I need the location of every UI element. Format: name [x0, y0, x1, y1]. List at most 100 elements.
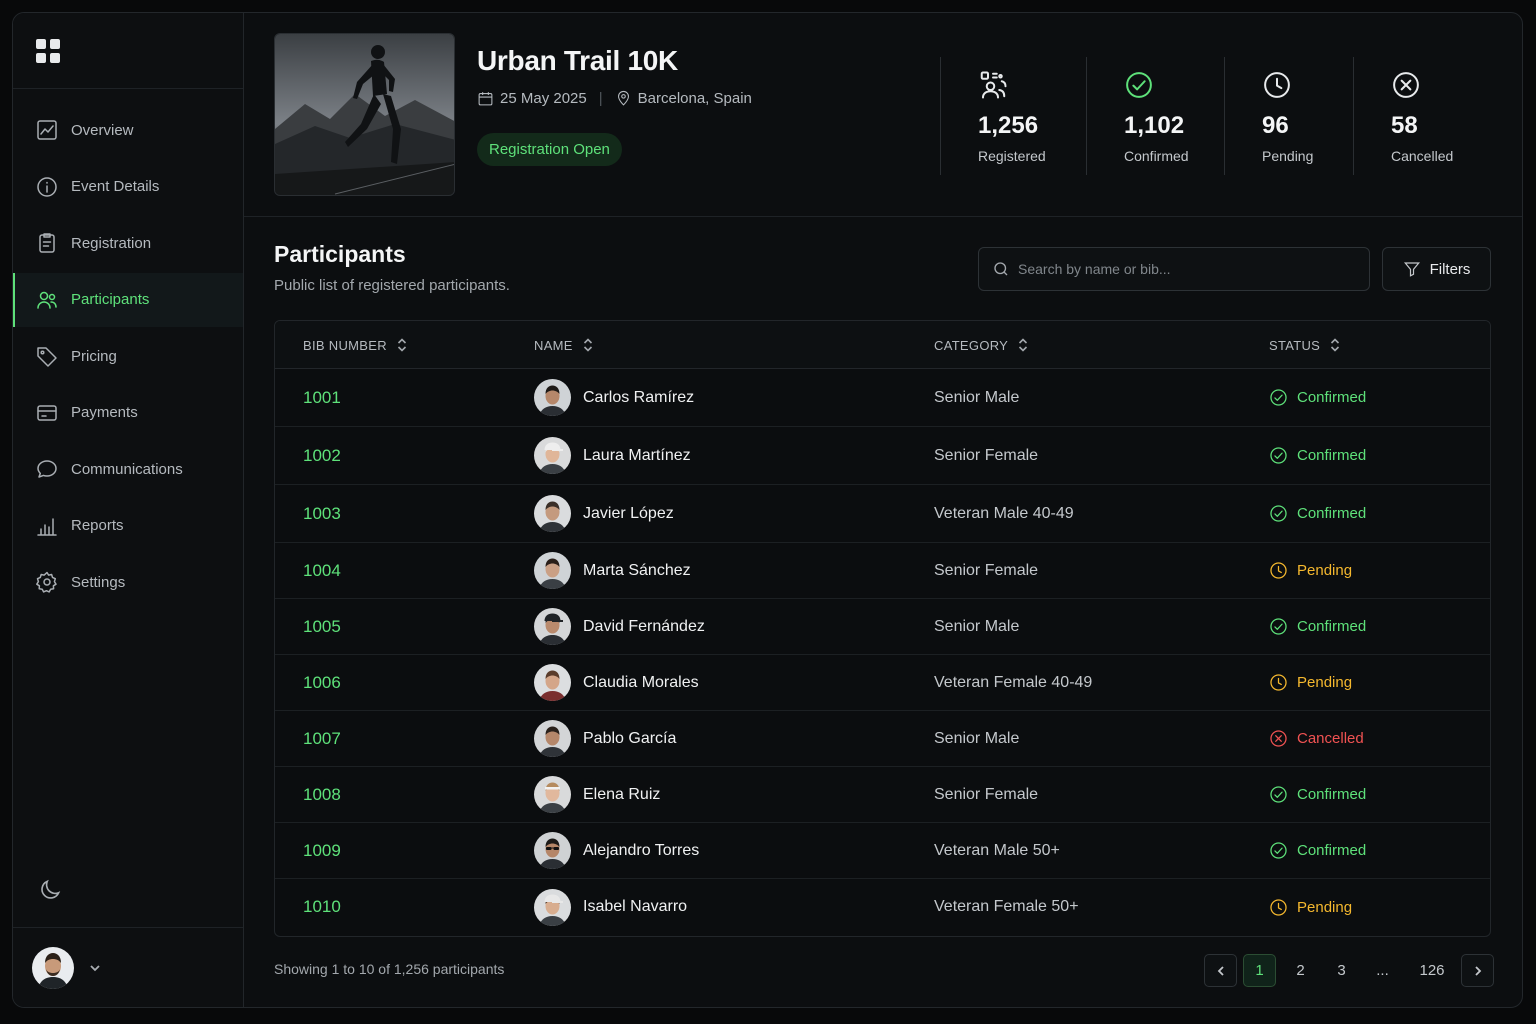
- next-page-button[interactable]: [1461, 954, 1494, 987]
- status-badge: Confirmed: [1269, 427, 1366, 484]
- users-badge-icon: [978, 70, 1008, 100]
- bib-number[interactable]: 1005: [303, 599, 341, 654]
- bib-number[interactable]: 1007: [303, 711, 341, 766]
- status-badge: Pending: [1269, 543, 1352, 598]
- search-input[interactable]: [1018, 261, 1348, 277]
- clock-icon: [1269, 898, 1297, 917]
- table-row[interactable]: 1005 David Fernández Senior Male Confirmed: [275, 599, 1490, 655]
- column-label: STATUS: [1269, 337, 1321, 353]
- clock-icon: [1269, 673, 1297, 692]
- check-circle-icon: [1269, 504, 1297, 523]
- bib-number[interactable]: 1010: [303, 879, 341, 935]
- registration-status-badge: Registration Open: [477, 133, 622, 166]
- logo-area: [13, 13, 243, 89]
- sidebar-item-pricing[interactable]: Pricing: [13, 329, 243, 383]
- gear-icon: [35, 570, 71, 594]
- bib-number[interactable]: 1006: [303, 655, 341, 710]
- status-badge: Confirmed: [1269, 485, 1366, 542]
- name-text: Elena Ruiz: [583, 785, 661, 803]
- status-text: Pending: [1297, 898, 1353, 916]
- bib-number[interactable]: 1008: [303, 767, 341, 822]
- table-row[interactable]: 1004 Marta Sánchez Senior Female Pending: [275, 543, 1490, 599]
- participant-name: Laura Martínez: [534, 427, 691, 484]
- avatar: [534, 495, 571, 532]
- stat-label: Cancelled: [1391, 148, 1454, 164]
- table-row[interactable]: 1001 Carlos Ramírez Senior Male Confirmed: [275, 369, 1490, 427]
- clock-icon: [1262, 70, 1292, 100]
- sort-icon[interactable]: [396, 337, 408, 353]
- user-menu[interactable]: [13, 927, 243, 1007]
- page-1[interactable]: 1: [1243, 954, 1276, 987]
- stat-cancelled: 58 Cancelled: [1353, 57, 1493, 175]
- table-row[interactable]: 1003 Javier López Veteran Male 40-49 Confir…: [275, 485, 1490, 543]
- column-header-name[interactable]: NAME: [534, 321, 594, 369]
- prev-page-button[interactable]: [1204, 954, 1237, 987]
- sort-icon[interactable]: [1017, 337, 1029, 353]
- table-row[interactable]: 1009 Alejandro Torres Veteran Male 50+ Conf…: [275, 823, 1490, 879]
- sidebar-item-label: Registration: [71, 234, 152, 252]
- sidebar-item-event-details[interactable]: Event Details: [13, 160, 243, 214]
- bib-number[interactable]: 1004: [303, 543, 341, 598]
- stat-confirmed: 1,102 Confirmed: [1086, 57, 1224, 175]
- sidebar-item-registration[interactable]: Registration: [13, 216, 243, 270]
- table-row[interactable]: 1010 Isabel Navarro Veteran Female 50+ Pend…: [275, 879, 1490, 935]
- event-header: Urban Trail 10K 25 May 2025 | Barcelona,…: [244, 13, 1522, 217]
- page-126[interactable]: 126: [1407, 954, 1457, 987]
- column-header-status[interactable]: STATUS: [1269, 321, 1341, 369]
- participant-name: David Fernández: [534, 599, 705, 654]
- chat-bubble-icon: [35, 457, 71, 481]
- sidebar-item-reports[interactable]: Reports: [13, 499, 243, 553]
- participant-category: Senior Female: [934, 446, 1039, 464]
- bib-number[interactable]: 1002: [303, 427, 341, 484]
- sort-icon[interactable]: [582, 337, 594, 353]
- bib-number[interactable]: 1003: [303, 485, 341, 542]
- status-text: Confirmed: [1297, 389, 1367, 406]
- sort-icon[interactable]: [1329, 337, 1341, 353]
- bib-number[interactable]: 1009: [303, 823, 341, 878]
- status-badge: Confirmed: [1269, 369, 1366, 426]
- stat-registered: 1,256 Registered: [940, 57, 1086, 175]
- table-row[interactable]: 1007 Pablo García Senior Male Cancelled: [275, 711, 1490, 767]
- main-content: Urban Trail 10K 25 May 2025 | Barcelona,…: [244, 13, 1522, 1007]
- status-badge: Confirmed: [1269, 823, 1366, 878]
- users-icon: [35, 288, 71, 312]
- avatar[interactable]: [32, 946, 74, 989]
- grid-logo-icon[interactable]: [36, 38, 60, 63]
- column-header-category[interactable]: CATEGORY: [934, 321, 1029, 369]
- page-3[interactable]: 3: [1325, 954, 1358, 987]
- participant-category: Veteran Female 40-49: [934, 673, 1093, 691]
- event-title: Urban Trail 10K: [477, 45, 678, 76]
- stat-label: Registered: [978, 148, 1046, 164]
- event-location: Barcelona, Spain: [637, 90, 752, 107]
- page-label: 3: [1337, 962, 1346, 979]
- chevron-down-icon[interactable]: [88, 961, 102, 975]
- status-badge: Confirmed: [1269, 767, 1366, 822]
- search-icon: [994, 262, 1008, 276]
- meta-separator: |: [598, 90, 603, 107]
- name-text: Marta Sánchez: [583, 561, 691, 579]
- sidebar-item-payments[interactable]: Payments: [13, 386, 243, 440]
- status-badge: Pending: [1269, 655, 1352, 710]
- table-row[interactable]: 1008 Elena Ruiz Senior Female Confirmed: [275, 767, 1490, 823]
- section-subtitle: Public list of registered participants.: [274, 277, 510, 294]
- status-text: Confirmed: [1297, 786, 1367, 803]
- sidebar-item-participants[interactable]: Participants: [13, 272, 243, 327]
- sidebar-item-overview[interactable]: Overview: [13, 103, 243, 157]
- column-header-bib-number[interactable]: BIB NUMBER: [303, 321, 408, 369]
- page-2[interactable]: 2: [1284, 954, 1317, 987]
- page-label: 2: [1296, 962, 1305, 979]
- filter-icon: [1403, 262, 1420, 277]
- moon-icon[interactable]: [37, 877, 63, 903]
- participant-category: Veteran Male 50+: [934, 841, 1060, 859]
- column-label: CATEGORY: [934, 337, 1009, 353]
- filters-button[interactable]: Filters: [1382, 247, 1491, 291]
- check-circle-icon: [1269, 785, 1297, 804]
- avatar: [534, 608, 571, 645]
- table-row[interactable]: 1002 Laura Martínez Senior Female Confirmed: [275, 427, 1490, 485]
- table-row[interactable]: 1006 Claudia Morales Veteran Female 40-49 P…: [275, 655, 1490, 711]
- bib-number[interactable]: 1001: [303, 369, 341, 426]
- avatar: [534, 379, 571, 416]
- sidebar-item-settings[interactable]: Settings: [13, 555, 243, 609]
- search-box[interactable]: [978, 247, 1370, 291]
- sidebar-item-communications[interactable]: Communications: [13, 442, 243, 496]
